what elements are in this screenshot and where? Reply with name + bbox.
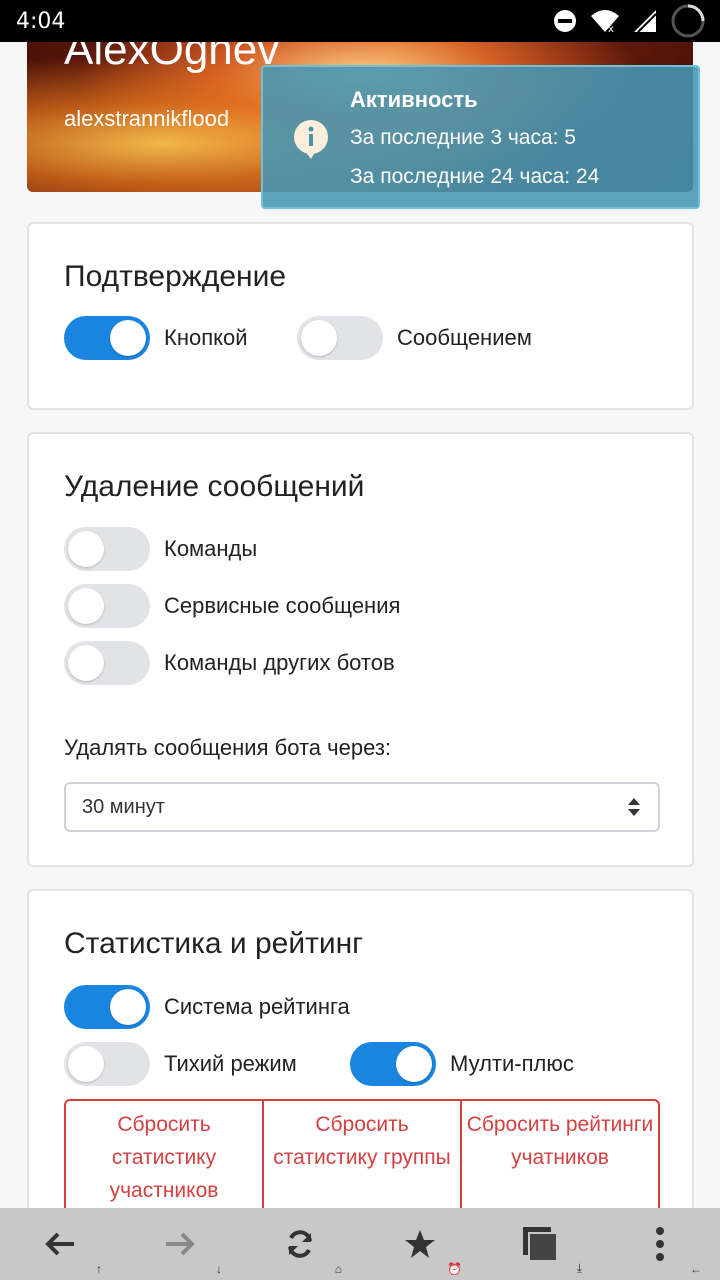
multi-plus-label: Мулти-плюс [450,1051,574,1076]
rating-system-switch[interactable] [64,985,150,1029]
multi-plus-row[interactable]: Мулти-плюс [350,1042,574,1086]
deletion-title: Удаление сообщений [64,470,365,503]
delete-delay-label: Удалять сообщения бота через: [64,735,392,760]
info-icon [294,120,328,159]
stats-card: Статистика и рейтинг Система рейтинга Ти… [27,889,694,1239]
star-icon [405,1230,435,1258]
delete-delay-value: 30 минут [82,795,165,818]
refresh-button[interactable]: ⌂ [240,1208,360,1280]
delete-commands-row[interactable]: Команды [64,527,257,571]
quiet-mode-label: Тихий режим [164,1051,297,1076]
status-bar: 4:04 x [0,0,720,42]
back-sub-icon: ↑ [96,1262,102,1276]
switch-knob [68,588,104,624]
svg-text:x: x [608,24,614,34]
confirm-by-button-label: Кнопкой [164,325,248,350]
do-not-disturb-icon [554,10,576,32]
status-icons: x [552,3,706,39]
switch-knob [301,320,337,356]
wifi-icon: x [591,10,619,34]
back-button[interactable]: ↑ [0,1208,120,1280]
download-sub-icon: ⤓ [576,1261,582,1275]
delete-delay-select[interactable]: 30 минут [64,782,660,832]
forward-button[interactable]: ↓ [120,1208,240,1280]
forward-arrow-icon [166,1232,195,1256]
forward-sub-icon: ↓ [216,1262,222,1276]
delete-other-bots-row[interactable]: Команды других ботов [64,641,395,685]
activity-popup: Активность За последние 3 часа: 5 За пос… [261,65,700,209]
profile-username: alexstrannikflood [64,106,230,131]
delete-other-bots-label: Команды других ботов [164,650,395,675]
tabs-icon [523,1227,558,1262]
status-time: 4:04 [16,8,66,34]
activity-title: Активность [350,87,478,112]
confirm-by-message-row[interactable]: Сообщением [297,316,532,360]
confirmation-title: Подтверждение [64,260,287,293]
more-vertical-icon [656,1227,664,1261]
signal-icon [634,10,657,33]
battery-loading-icon [671,4,705,38]
switch-knob [68,531,104,567]
deletion-card: Удаление сообщений Команды Сервисные соо… [27,432,694,867]
activity-3h: За последние 3 часа: 5 [350,126,576,149]
confirmation-card: Подтверждение Кнопкой Сообщением [27,222,694,410]
stats-title: Статистика и рейтинг [64,927,364,960]
switch-knob [68,645,104,681]
delete-service-label: Сервисные сообщения [164,593,401,618]
switch-knob [110,989,146,1025]
quiet-mode-row[interactable]: Тихий режим [64,1042,297,1086]
delete-service-switch[interactable] [64,584,150,628]
confirm-by-message-switch[interactable] [297,316,383,360]
rating-system-row[interactable]: Система рейтинга [64,985,350,1029]
menu-button[interactable]: ← [600,1208,720,1280]
delete-commands-switch[interactable] [64,527,150,571]
delete-other-bots-switch[interactable] [64,641,150,685]
switch-knob [68,1046,104,1082]
delete-service-row[interactable]: Сервисные сообщения [64,584,400,628]
bookmark-button[interactable]: ⏰ [360,1208,480,1280]
confirm-by-button-row[interactable]: Кнопкой [64,316,248,360]
back-arrow-icon [45,1232,74,1256]
multi-plus-switch[interactable] [350,1042,436,1086]
browser-toolbar: ↑ ↓ ⌂ ⏰ ⤓ ← [0,1208,720,1280]
confirm-by-message-label: Сообщением [397,325,532,350]
confirm-by-button-switch[interactable] [64,316,150,360]
rating-system-label: Система рейтинга [164,994,350,1019]
alarm-sub-icon: ⏰ [447,1262,462,1276]
delete-commands-label: Команды [164,536,258,561]
refresh-icon [288,1230,312,1258]
switch-knob [110,320,146,356]
quiet-mode-switch[interactable] [64,1042,150,1086]
switch-knob [396,1046,432,1082]
home-sub-icon: ⌂ [334,1262,342,1276]
select-arrows-icon [628,798,640,816]
activity-24h: За последние 24 часа: 24 [350,165,600,188]
left-sub-icon: ← [690,1262,702,1276]
tabs-button[interactable]: ⤓ [480,1208,600,1280]
